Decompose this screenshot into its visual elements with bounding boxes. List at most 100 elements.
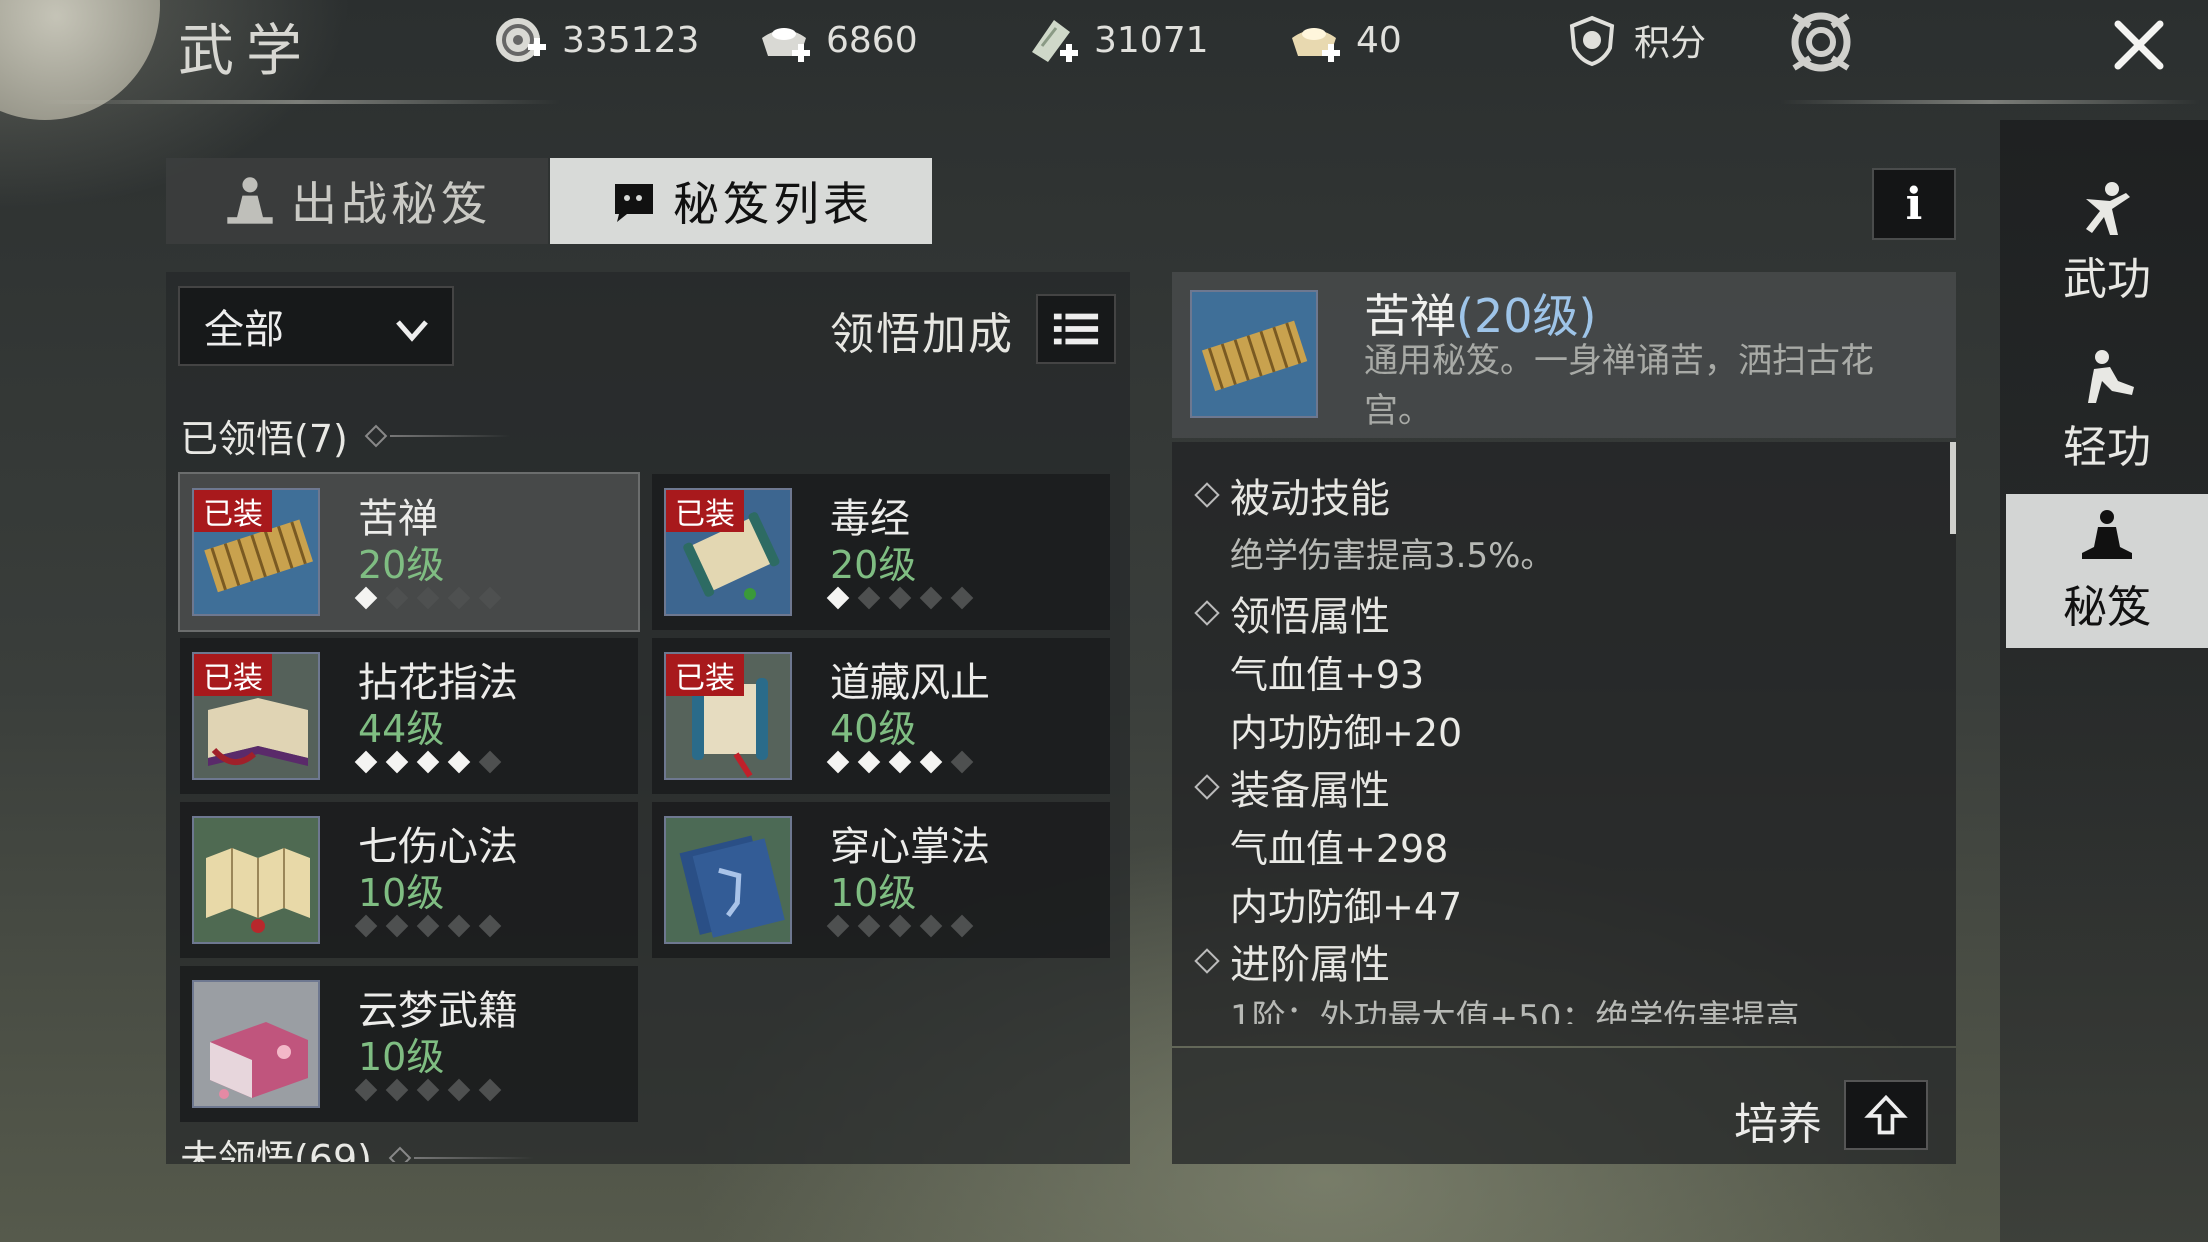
star-empty-icon [950,586,974,610]
star-rating [354,750,502,774]
manual-card-yunmeng[interactable]: 云梦武籍 10级 [180,966,638,1122]
advance-text: 1阶：外功最大值+50；绝学伤害提高 [1230,998,1800,1024]
close-icon[interactable] [2100,6,2178,84]
section-learned: 已领悟(7) [180,408,510,463]
detail-thumbnail [1190,290,1318,418]
star-filled-icon [354,750,378,774]
tab-manual-list-label: 秘笈列表 [673,177,873,231]
equip-stat: 内功防御+47 [1230,885,1463,929]
manual-card-kuchan[interactable]: 已装 苦禅 20级 [178,472,640,632]
resource-gold-value: 335123 [562,19,700,61]
star-empty-icon [416,586,440,610]
advance-heading-text: 进阶属性 [1230,942,1390,988]
tab-battle-manuals-label: 出战秘笈 [291,177,491,231]
list-icon [1053,313,1099,345]
gold-coin-icon [496,18,546,62]
info-icon: i [1905,178,1923,230]
manual-card-chuanxin[interactable]: 穿心掌法 10级 [652,802,1110,958]
manual-level: 10级 [358,1035,445,1079]
silver-ingot-add-icon [762,28,810,62]
manual-thumbnail [192,816,320,944]
swirl-emblem-icon[interactable] [1786,6,1856,78]
manual-card-nianhua[interactable]: 已装 拈花指法 44级 [180,638,638,794]
points-label: 积分 [1634,23,1707,64]
star-empty-icon [888,914,912,938]
manual-thumbnail [664,816,792,944]
star-empty-icon [857,586,881,610]
info-button[interactable]: i [1872,168,1956,240]
resource-jade[interactable]: 31071 [1024,12,1209,68]
resource-silver[interactable]: 6860 [756,12,918,68]
star-rating [826,586,974,610]
star-empty-icon [478,914,502,938]
star-rating [354,586,502,610]
filter-dropdown[interactable]: 全部 [178,286,454,366]
manual-level: 44级 [358,707,445,751]
comprehend-heading-text: 领悟属性 [1230,594,1390,640]
star-empty-icon [919,914,943,938]
sidebar-item-miji[interactable]: 秘笈 [2006,494,2208,648]
star-empty-icon [447,1078,471,1102]
comprehend-stat: 内功防御+20 [1230,711,1463,755]
manual-thumbnail: 已装 [664,488,792,616]
advance-heading: 进阶属性 [1194,932,1390,990]
sidebar-item-miji-label: 秘笈 [2063,582,2151,633]
star-empty-icon [385,1078,409,1102]
tab-manual-list[interactable]: 秘笈列表 [550,158,932,244]
equip-stat: 气血值+298 [1230,827,1449,871]
train-button[interactable] [1844,1080,1928,1150]
lightfoot-kick-icon [2088,350,2134,403]
manual-level: 10级 [358,871,445,915]
star-filled-icon [857,750,881,774]
star-empty-icon [478,750,502,774]
filter-selected-value: 全部 [204,307,284,353]
comprehend-bonus-label: 领悟加成 [830,309,1014,360]
manual-card-daozang[interactable]: 已装 道藏风止 40级 [652,638,1110,794]
detail-scrollbar[interactable] [1950,442,1956,534]
passive-text: 绝学伤害提高3.5%。 [1230,536,1555,576]
section-unlearned: 未领悟(69) [180,1128,535,1162]
resource-gold[interactable]: 335123 [492,12,699,68]
equip-heading-text: 装备属性 [1230,768,1390,814]
star-rating [826,914,974,938]
sidebar-item-wugong[interactable]: 武功 [2006,166,2208,320]
shield-points-icon [1569,15,1615,67]
detail-description: 通用秘笈。一身禅诵苦，洒扫古花宫。 [1364,341,1874,431]
star-empty-icon [950,750,974,774]
bonus-list-button[interactable] [1036,294,1116,364]
manual-card-qishang[interactable]: 七伤心法 10级 [180,802,638,958]
detail-level: (20级) [1456,289,1597,343]
manual-card-dujing[interactable]: 已装 毒经 20级 [652,474,1110,630]
star-filled-icon [826,750,850,774]
star-empty-icon [478,1078,502,1102]
chevron-down-icon [396,320,428,342]
resource-gold-ingot[interactable]: 40 [1286,12,1402,68]
jade-ticket-add-icon [1032,20,1078,62]
comprehend-heading: 领悟属性 [1194,584,1390,642]
sidebar-item-qinggong-label: 轻功 [2063,422,2151,473]
folded-manual-icon [194,818,318,942]
manual-level: 20级 [830,543,917,587]
star-filled-icon [826,586,850,610]
star-empty-icon [950,914,974,938]
manual-level: 10级 [830,871,917,915]
resource-jade-value: 31071 [1094,19,1209,61]
star-empty-icon [385,914,409,938]
star-empty-icon [447,914,471,938]
comprehend-stat: 气血值+93 [1230,653,1425,697]
manual-thumbnail: 已装 [192,652,320,780]
detail-name: 苦禅 [1364,289,1456,343]
manual-level: 40级 [830,707,917,751]
passive-heading-text: 被动技能 [1230,476,1390,522]
star-filled-icon [416,750,440,774]
star-empty-icon [354,1078,378,1102]
train-label: 培养 [1734,1099,1822,1150]
resource-gold-ingot-value: 40 [1356,19,1402,61]
sidebar-item-qinggong[interactable]: 轻功 [2006,334,2208,488]
star-empty-icon [919,586,943,610]
section-unlearned-label: 未领悟(69) [180,1137,373,1162]
detail-footer [1172,1048,1956,1164]
tab-battle-manuals[interactable]: 出战秘笈 [166,158,548,244]
points-button[interactable]: 积分 [1564,12,1706,68]
page-title: 武学 [178,19,314,84]
